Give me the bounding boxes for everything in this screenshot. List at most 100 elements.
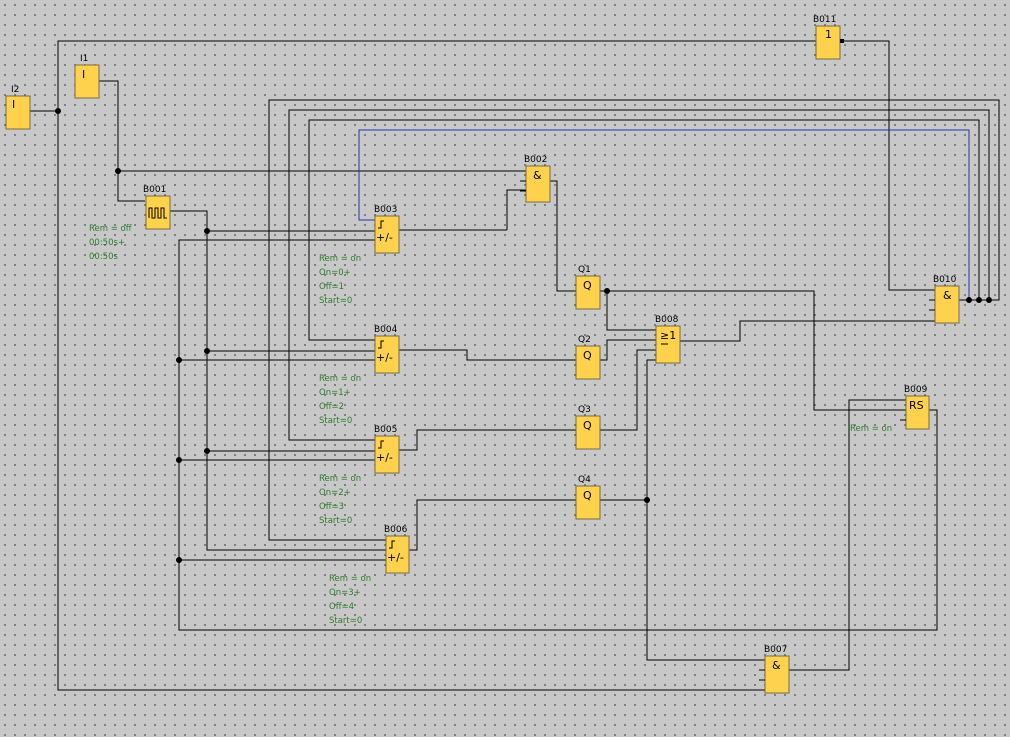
block-body[interactable] (74, 64, 100, 99)
block-symbol: Q (583, 349, 592, 362)
param-line: Rem = on (329, 574, 371, 584)
params-B009: Rem = on (850, 424, 892, 434)
pulse-icon (148, 207, 167, 219)
block-B002[interactable]: B002 & (524, 155, 551, 203)
block-B001[interactable]: B001 (143, 185, 171, 230)
params-B003: Rem = on On=0+ Off=1 Start=0 (319, 254, 361, 306)
param-line: On=3+ (329, 588, 361, 598)
param-line: Rem = off (89, 224, 133, 234)
junction-dot (55, 108, 61, 114)
block-symbol: +/- (387, 551, 404, 564)
wire[interactable] (506, 189, 526, 230)
block-symbol: & (533, 169, 542, 182)
block-symbol: RS (909, 399, 924, 412)
param-line: Off=1 (319, 282, 344, 292)
params-B004: Rem = on On=1+ Off=2 Start=0 (319, 374, 361, 426)
junctions (55, 108, 992, 563)
param-line: Rem = on (319, 374, 361, 384)
block-body[interactable] (5, 95, 31, 130)
wire[interactable] (399, 429, 576, 451)
block-label: B001 (143, 185, 166, 195)
junction-dot (204, 348, 210, 354)
junction-dot (176, 357, 182, 363)
block-I1[interactable]: I1 I (74, 54, 100, 99)
block-label: B004 (374, 325, 398, 335)
wire[interactable] (600, 349, 656, 431)
block-label: B003 (374, 205, 397, 215)
wire[interactable] (399, 349, 576, 361)
logic-diagram: I2 I I1 I B001 B002 & B003 +/- B004 +/- … (5, 15, 1000, 694)
wire[interactable] (550, 180, 576, 292)
params-B001: Rem = off 00:50s+ 00:50s (89, 224, 133, 262)
block-symbol: & (943, 289, 952, 302)
param-line: Start=0 (319, 416, 352, 426)
param-line: Off=2 (319, 402, 344, 412)
junction-dot (976, 297, 982, 303)
block-symbol: Q (583, 279, 592, 292)
param-line: Start=0 (319, 516, 352, 526)
block-I2[interactable]: I2 I (5, 85, 31, 130)
block-label: Q2 (578, 335, 591, 345)
block-symbol: ≥1 (660, 329, 676, 342)
block-symbol: I (12, 98, 15, 111)
junction-dot (115, 168, 121, 174)
negation-marker (840, 39, 844, 43)
block-Q2[interactable]: Q2 Q (575, 335, 601, 380)
block-label: B011 (813, 15, 836, 25)
param-line: Off=3 (319, 502, 344, 512)
block-B010[interactable]: B010 & (933, 275, 960, 324)
block-B006[interactable]: B006 +/- (384, 525, 410, 574)
param-line: Rem = on (319, 474, 361, 484)
block-symbol: I (82, 68, 85, 81)
block-symbol: +/- (376, 451, 393, 464)
block-symbol: & (772, 659, 781, 672)
param-line: Off=4 (329, 602, 354, 612)
wire[interactable] (178, 239, 938, 631)
block-label: Q3 (578, 405, 591, 415)
wire[interactable] (840, 40, 935, 291)
param-line: On=0+ (319, 268, 351, 278)
wire[interactable] (600, 290, 656, 331)
block-B008[interactable]: B008 ≥1 (655, 315, 681, 364)
junction-dot (204, 228, 210, 234)
block-Q1[interactable]: Q1 Q (575, 265, 601, 310)
block-label: B006 (384, 525, 408, 535)
block-label: B005 (374, 425, 397, 435)
wire[interactable] (409, 499, 576, 551)
block-B005[interactable]: B005 +/- (374, 425, 400, 474)
block-Q3[interactable]: Q3 Q (575, 405, 601, 450)
param-line: 00:50s+ (89, 238, 125, 248)
wire[interactable] (646, 500, 765, 661)
block-symbol: Q (583, 419, 592, 432)
wire[interactable] (288, 109, 990, 441)
block-Q4[interactable]: Q4 Q (575, 475, 601, 520)
feedback-wire-blue[interactable] (358, 129, 970, 300)
block-label: B002 (524, 155, 547, 165)
block-symbol: +/- (376, 231, 393, 244)
wires (30, 40, 1000, 691)
wire[interactable] (680, 320, 935, 342)
block-label: B010 (933, 275, 957, 285)
block-label: Q1 (578, 265, 591, 275)
wire[interactable] (99, 80, 145, 202)
param-line: Start=0 (319, 296, 352, 306)
param-line: On=1+ (319, 388, 351, 398)
block-B004[interactable]: B004 +/- (374, 325, 400, 374)
junction-dot (604, 288, 610, 294)
params-B006: Rem = on On=3+ Off=4 Start=0 (329, 574, 371, 626)
params-B005: Rem = on On=2+ Off=3 Start=0 (319, 474, 361, 526)
block-B011[interactable]: B011 1 (813, 15, 844, 60)
junction-dot (204, 448, 210, 454)
param-line: Rem = on (319, 254, 361, 264)
block-B009[interactable]: B009 RS (904, 385, 930, 430)
block-label: B009 (904, 385, 928, 395)
block-symbol: 1 (825, 28, 832, 41)
junction-dot (966, 297, 972, 303)
block-symbol: Q (583, 489, 592, 502)
block-label: I1 (80, 54, 88, 64)
block-B007[interactable]: B007 & (764, 645, 790, 694)
block-B003[interactable]: B003 +/- (374, 205, 400, 254)
block-label: B007 (764, 645, 787, 655)
block-label: Q4 (578, 475, 591, 485)
junction-dot (986, 297, 992, 303)
